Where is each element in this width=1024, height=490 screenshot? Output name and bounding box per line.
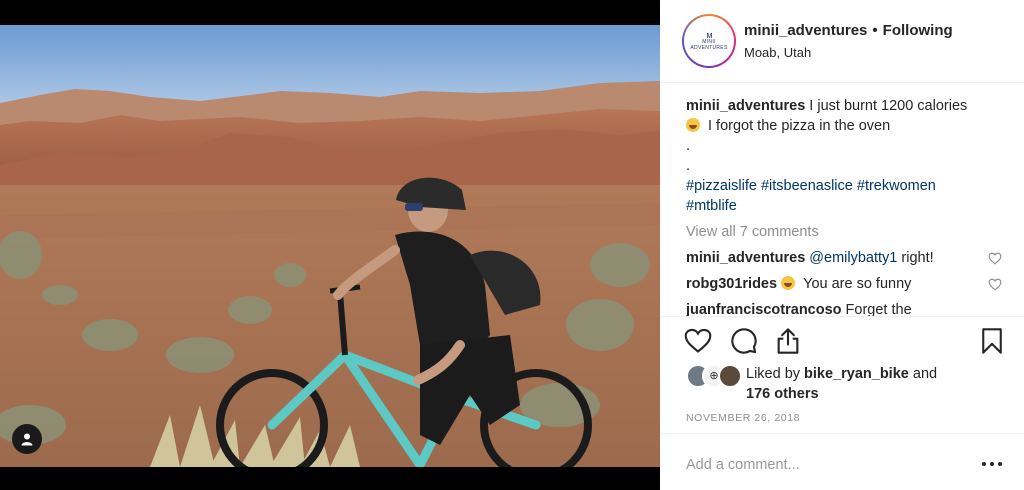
add-comment-input[interactable]: [686, 454, 956, 476]
header-separator: •: [872, 22, 878, 39]
post-header: ᴍ MINII ADVENTURES minii_adventures • Fo…: [660, 0, 1024, 83]
grinning-sweat-emoji-icon: [686, 118, 700, 132]
comment-username[interactable]: juanfranciscotrancoso: [686, 302, 842, 316]
likes-count-link[interactable]: 176 others: [746, 386, 819, 402]
grinning-sweat-emoji-icon: [781, 276, 796, 290]
following-button[interactable]: Following: [883, 22, 953, 39]
comment-row: minii_adventures @emilybatty1 right!: [686, 248, 1004, 268]
caption-text-2: I forgot the pizza in the oven: [708, 118, 891, 134]
hashtag-link[interactable]: #itsbeenaslice: [761, 178, 853, 194]
liker-avatar[interactable]: [718, 364, 742, 388]
comment-text: You are so funny: [803, 276, 912, 292]
comment-like-heart-icon[interactable]: [988, 252, 1002, 265]
comment-row: robg301rides You are so funny: [686, 274, 1004, 294]
profile-avatar[interactable]: ᴍ MINII ADVENTURES: [682, 14, 736, 68]
location-link[interactable]: Moab, Utah: [744, 45, 953, 60]
liker-avatars: ⊕: [686, 364, 742, 388]
save-button[interactable]: [978, 327, 1006, 355]
caption-username[interactable]: minii_adventures: [686, 98, 805, 114]
header-username[interactable]: minii_adventures: [744, 22, 867, 39]
view-all-comments-link[interactable]: View all 7 comments: [686, 222, 1004, 242]
header-line: minii_adventures • Following: [744, 22, 953, 39]
likes-summary: ⊕ Liked by bike_ryan_bike and 176 others: [686, 362, 1006, 402]
comment-bubble-icon: [731, 328, 757, 354]
post-photo-pane: [0, 0, 660, 490]
comment-mention[interactable]: @emilybatty1: [809, 250, 897, 266]
user-tag-button[interactable]: [12, 424, 42, 454]
caption: minii_adventures I just burnt 1200 calor…: [686, 96, 1004, 216]
more-options-icon[interactable]: [982, 456, 1002, 472]
add-comment-bar: [660, 433, 1024, 490]
post-side-panel: ᴍ MINII ADVENTURES minii_adventures • Fo…: [660, 0, 1024, 490]
comment-text: right!: [901, 250, 934, 266]
likes-text: Liked by bike_ryan_bike and 176 others: [746, 364, 937, 404]
comment-like-heart-icon[interactable]: [988, 278, 1002, 291]
share-icon: [777, 328, 799, 354]
comment-button[interactable]: [730, 327, 758, 355]
hashtag-link[interactable]: #mtblife: [686, 198, 737, 214]
comment-row: juanfranciscotrancoso Forget the: [686, 300, 1004, 316]
like-button[interactable]: [684, 327, 712, 355]
avatar-mark: ᴍ: [706, 30, 712, 40]
comments-section: minii_adventures I just burnt 1200 calor…: [686, 96, 1004, 316]
more-dot: [998, 462, 1002, 466]
hashtag-link[interactable]: #trekwomen: [857, 178, 936, 194]
liked-by-label: Liked by: [746, 366, 801, 382]
caption-dot: .: [686, 158, 691, 174]
comment-text: Forget the: [845, 302, 912, 316]
post-date[interactable]: NOVEMBER 26, 2018: [686, 412, 800, 424]
hashtag-link[interactable]: #pizzaislife: [686, 178, 757, 194]
user-tag-icon: [21, 433, 33, 446]
likes-conj: and: [912, 366, 938, 382]
avatar-brand-text: MINII ADVENTURES: [690, 39, 728, 51]
heart-icon: [684, 328, 712, 353]
caption-dot: .: [686, 138, 691, 154]
post-photo[interactable]: [0, 25, 660, 467]
share-button[interactable]: [774, 327, 802, 355]
liker-username[interactable]: bike_ryan_bike: [804, 366, 909, 382]
comment-username[interactable]: robg301rides: [686, 276, 777, 292]
avatar-logo: ᴍ MINII ADVENTURES: [684, 16, 734, 66]
action-bar: [660, 316, 1024, 366]
more-dot: [982, 462, 986, 466]
header-text: minii_adventures • Following Moab, Utah: [744, 22, 953, 60]
bookmark-icon: [982, 328, 1002, 354]
comment-username[interactable]: minii_adventures: [686, 250, 805, 266]
more-dot: [990, 462, 994, 466]
caption-text: I just burnt 1200 calories: [809, 98, 968, 114]
